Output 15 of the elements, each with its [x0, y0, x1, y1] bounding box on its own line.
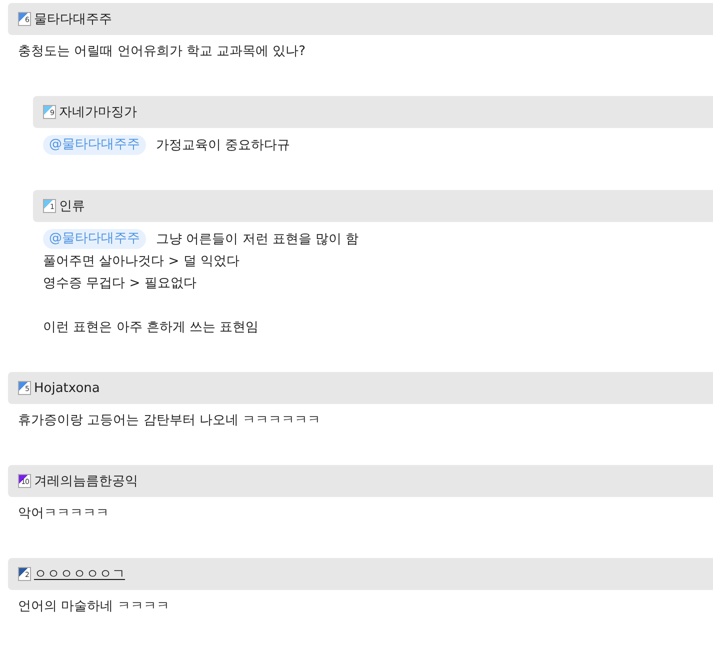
comment-text: 휴가증이랑 고등어는 감탄부터 나오네 ㅋㅋㅋㅋㅋㅋ	[18, 412, 321, 429]
author-name[interactable]: 자네가마징가	[59, 103, 137, 121]
author-name[interactable]: 인류	[59, 197, 85, 215]
comment-text: 충청도는 어릴때 언어유희가 학교 교과목에 있나?	[18, 43, 306, 60]
reply-text: 영수증 무겁다 > 필요없다	[43, 275, 196, 292]
reply-text: 그냥 어른들이 저런 표현을 많이 함	[156, 231, 359, 248]
author-name[interactable]: Hojatxona	[34, 380, 100, 396]
reply-text: 풀어주면 살아나것다 > 덜 익었다	[43, 253, 240, 270]
comment-text: 언어의 마술하네 ㅋㅋㅋㅋ	[18, 598, 170, 615]
author-name[interactable]: 겨레의늠름한공익	[34, 472, 138, 490]
reply-text: 가정교육이 중요하다규	[156, 137, 290, 154]
comment-text: 악어ㅋㅋㅋㅋㅋ	[18, 505, 109, 522]
author-name[interactable]: 물타다대주주	[34, 10, 112, 28]
author-name[interactable]: ㅇㅇㅇㅇㅇㅇㄱ	[34, 565, 125, 583]
reply-text: 이런 표현은 아주 흔하게 쓰는 표현임	[43, 319, 259, 336]
